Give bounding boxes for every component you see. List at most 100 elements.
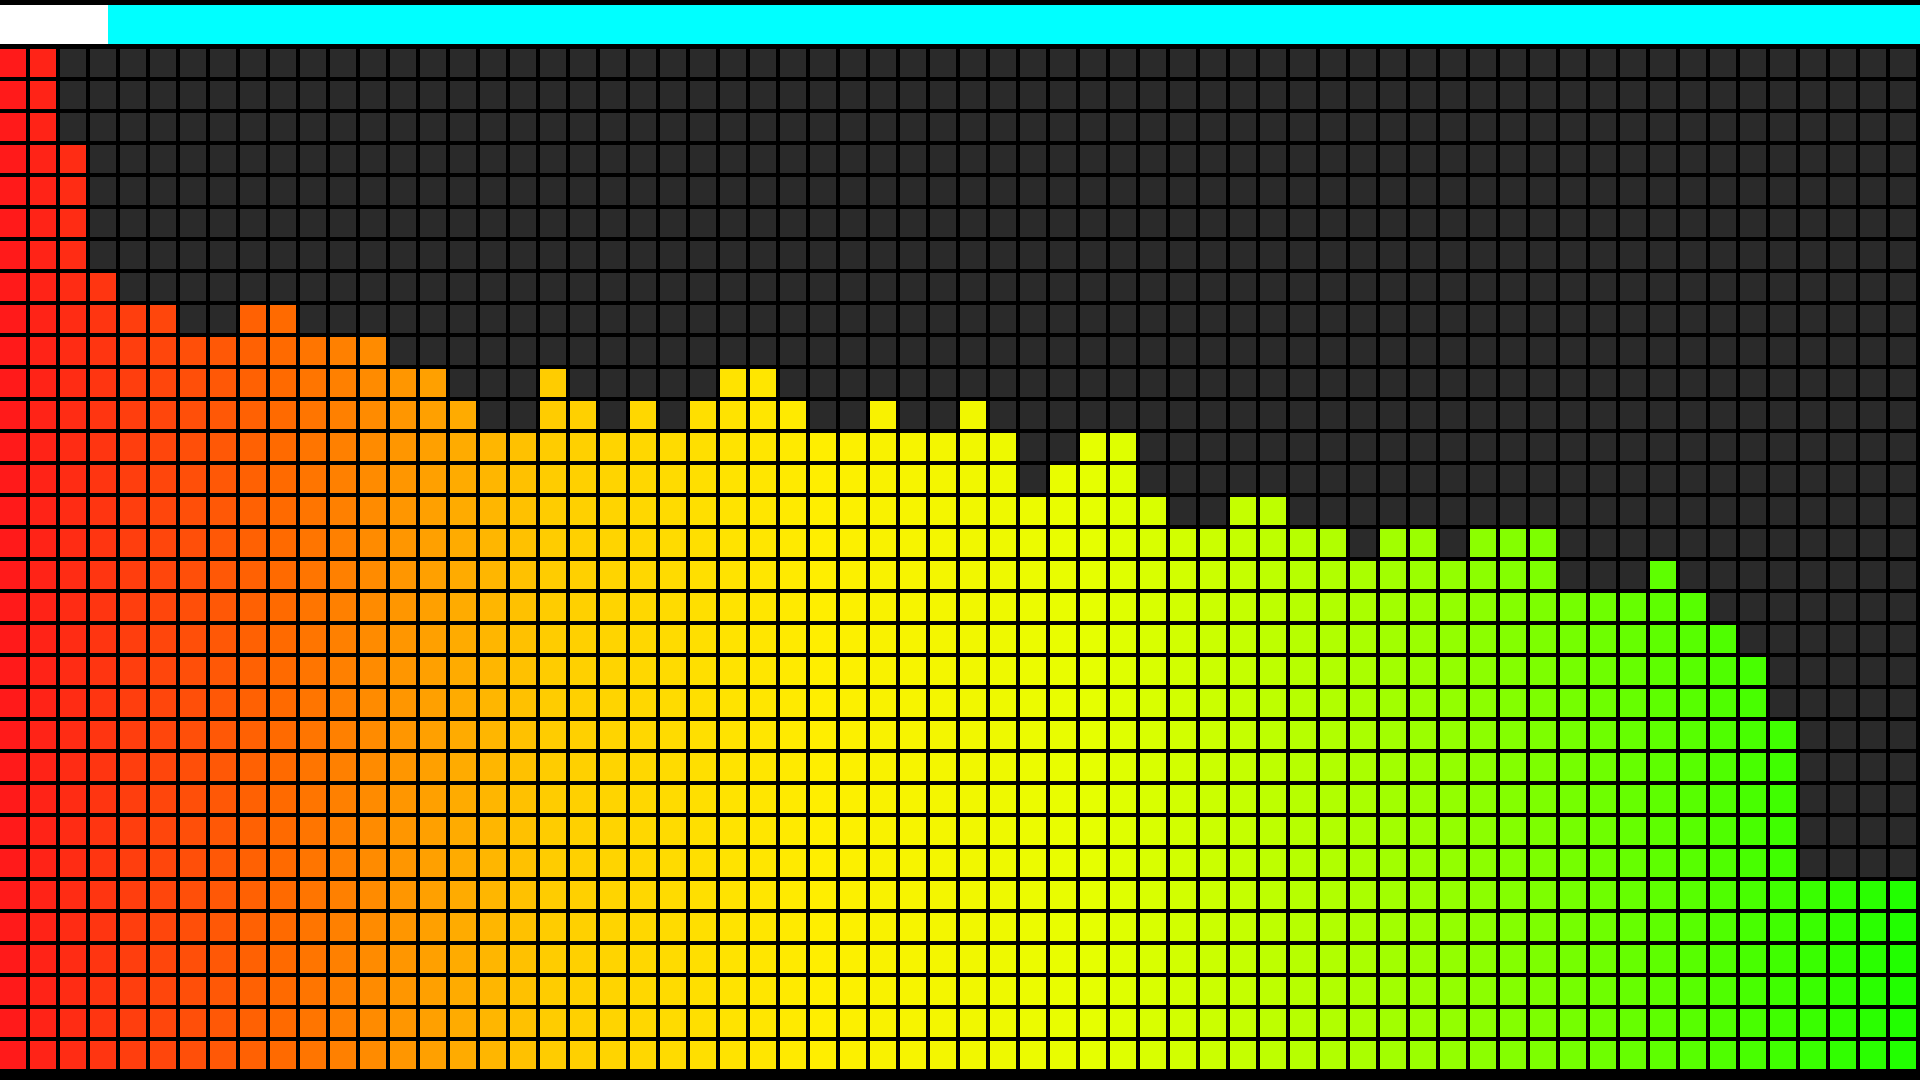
spectrum-cell	[780, 209, 806, 237]
spectrum-cell	[690, 401, 716, 429]
spectrum-cell	[120, 977, 146, 1005]
spectrum-cell	[1380, 177, 1406, 205]
spectrum-cell	[1230, 273, 1256, 301]
spectrum-cell	[870, 81, 896, 109]
spectrum-cell	[660, 113, 686, 141]
spectrum-cell	[1320, 721, 1346, 749]
spectrum-cell	[570, 177, 596, 205]
spectrum-cell	[180, 529, 206, 557]
spectrum-cell	[1440, 401, 1466, 429]
spectrum-cell	[1560, 49, 1586, 77]
spectrum-cell	[1710, 209, 1736, 237]
spectrum-cell	[210, 785, 236, 813]
spectrum-cell	[150, 81, 176, 109]
spectrum-cell	[990, 913, 1016, 941]
spectrum-cell	[930, 753, 956, 781]
spectrum-cell	[1530, 529, 1556, 557]
spectrum-cell	[750, 1041, 776, 1069]
spectrum-cell	[1470, 337, 1496, 365]
spectrum-cell	[750, 145, 776, 173]
spectrum-cell	[90, 881, 116, 909]
spectrum-cell	[1710, 657, 1736, 685]
spectrum-cell	[420, 305, 446, 333]
spectrum-cell	[1590, 753, 1616, 781]
spectrum-cell	[810, 785, 836, 813]
spectrum-cell	[540, 625, 566, 653]
spectrum-cell	[270, 977, 296, 1005]
spectrum-cell	[690, 561, 716, 589]
spectrum-cell	[1830, 81, 1856, 109]
spectrum-cell	[1770, 657, 1796, 685]
spectrum-cell	[1860, 401, 1886, 429]
spectrum-cell	[1560, 241, 1586, 269]
spectrum-cell	[960, 337, 986, 365]
spectrum-cell	[630, 753, 656, 781]
spectrum-cell	[1140, 113, 1166, 141]
spectrum-cell	[1680, 177, 1706, 205]
spectrum-cell	[810, 817, 836, 845]
spectrum-cell	[600, 529, 626, 557]
spectrum-cell	[330, 721, 356, 749]
spectrum-cell	[840, 241, 866, 269]
spectrum-cell	[1320, 209, 1346, 237]
spectrum-cell	[1800, 209, 1826, 237]
spectrum-bar-31	[900, 44, 930, 1080]
spectrum-cell	[1740, 177, 1766, 205]
spectrum-cell	[1230, 881, 1256, 909]
spectrum-cell	[1380, 209, 1406, 237]
spectrum-cell	[1830, 49, 1856, 77]
spectrum-cell	[270, 913, 296, 941]
spectrum-cell	[1170, 81, 1196, 109]
spectrum-cell	[120, 401, 146, 429]
spectrum-cell	[750, 49, 776, 77]
spectrum-cell	[1470, 753, 1496, 781]
spectrum-bar-1	[0, 44, 30, 1080]
spectrum-cell	[690, 241, 716, 269]
spectrum-cell	[210, 689, 236, 717]
spectrum-cell	[1530, 977, 1556, 1005]
spectrum-cell	[600, 977, 626, 1005]
progress-bar[interactable]	[0, 5, 1920, 44]
spectrum-cell	[690, 337, 716, 365]
spectrum-cell	[960, 209, 986, 237]
spectrum-cell	[1290, 529, 1316, 557]
spectrum-cell	[1320, 945, 1346, 973]
spectrum-cell	[1860, 817, 1886, 845]
spectrum-cell	[1650, 113, 1676, 141]
spectrum-cell	[330, 785, 356, 813]
spectrum-cell	[660, 689, 686, 717]
spectrum-cell	[420, 977, 446, 1005]
spectrum-cell	[1170, 1041, 1196, 1069]
spectrum-cell	[240, 657, 266, 685]
spectrum-cell	[1320, 49, 1346, 77]
spectrum-cell	[1320, 561, 1346, 589]
spectrum-cell	[1050, 497, 1076, 525]
spectrum-cell	[270, 49, 296, 77]
spectrum-cell	[30, 433, 56, 461]
spectrum-cell	[900, 433, 926, 461]
spectrum-cell	[60, 753, 86, 781]
spectrum-cell	[1590, 465, 1616, 493]
spectrum-cell	[1890, 1041, 1916, 1069]
spectrum-cell	[1680, 145, 1706, 173]
spectrum-cell	[30, 945, 56, 973]
spectrum-cell	[210, 977, 236, 1005]
spectrum-cell	[1080, 593, 1106, 621]
spectrum-cell	[1260, 849, 1286, 877]
spectrum-cell	[870, 689, 896, 717]
spectrum-cell	[360, 369, 386, 397]
spectrum-cell	[180, 209, 206, 237]
spectrum-cell	[660, 273, 686, 301]
spectrum-cell	[780, 977, 806, 1005]
spectrum-cell	[1140, 753, 1166, 781]
spectrum-cell	[900, 1041, 926, 1069]
spectrum-cell	[960, 849, 986, 877]
spectrum-cell	[360, 81, 386, 109]
spectrum-cell	[210, 913, 236, 941]
spectrum-cell	[1380, 881, 1406, 909]
spectrum-cell	[630, 913, 656, 941]
spectrum-cell	[1620, 721, 1646, 749]
spectrum-cell	[450, 625, 476, 653]
spectrum-bar-48	[1410, 44, 1440, 1080]
spectrum-cell	[270, 1041, 296, 1069]
